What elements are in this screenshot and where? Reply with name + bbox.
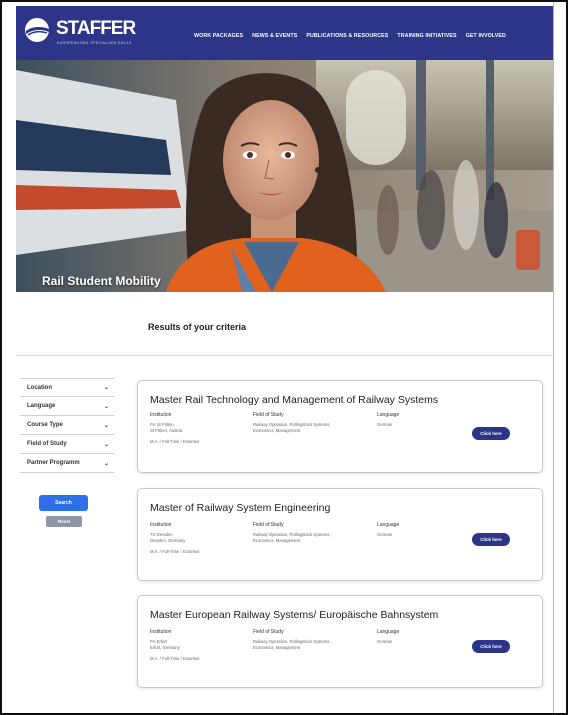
nav-news-events[interactable]: NEWS & EVENTS <box>252 33 297 39</box>
filter-course-type[interactable]: Course Type ⌄ <box>20 416 114 435</box>
institution-name: FH Erfurt <box>150 639 167 644</box>
web-page: STAFFER EUROPEAN RAIL SPECIALISED SKILLS… <box>16 6 553 709</box>
course-title[interactable]: Master Rail Technology and Management of… <box>150 394 438 406</box>
filter-language[interactable]: Language ⌄ <box>20 397 114 416</box>
institution-location: Erfurt, Germany <box>150 645 180 650</box>
course-title[interactable]: Master European Railway Systems/ Europäi… <box>150 609 438 621</box>
chevron-down-icon: ⌄ <box>103 385 109 391</box>
language-label: Language <box>377 629 400 635</box>
field-of-study-label: Field of Study <box>253 412 284 418</box>
main-nav: WORK PACKAGES NEWS & EVENTS PUBLICATIONS… <box>194 33 506 39</box>
language-label: Language <box>377 522 400 528</box>
institution-name: FH St Pölten <box>150 422 174 427</box>
nav-get-involved[interactable]: GET INVOLVED <box>466 33 506 39</box>
institution-label: Institution <box>150 629 172 635</box>
chevron-down-icon: ⌄ <box>103 441 109 448</box>
filter-location[interactable]: Location ⌄ <box>20 378 114 397</box>
nav-training-initiatives[interactable]: TRAINING INITIATIVES <box>397 33 456 39</box>
language-value: German <box>377 639 393 644</box>
course-card: Master of Railway System Engineering Ins… <box>137 488 543 581</box>
reset-button[interactable]: Reset <box>46 516 82 527</box>
institution-location: St Pölten, Austria <box>150 428 183 433</box>
click-here-button[interactable]: Click here <box>472 533 510 546</box>
filter-field-of-study[interactable]: Field of Study ⌄ <box>20 435 114 454</box>
filter-panel: Location ⌄ Language ⌄ Course Type ⌄ Fiel… <box>20 378 114 473</box>
site-header: STAFFER EUROPEAN RAIL SPECIALISED SKILLS… <box>16 6 553 60</box>
logo-wordmark: STAFFER <box>56 18 136 39</box>
chevron-down-icon: ⌄ <box>103 422 109 429</box>
institution-name: TU Dresden <box>150 532 173 537</box>
course-title[interactable]: Master of Railway System Engineering <box>150 502 330 514</box>
field-of-study-value: Railway Operation, Rollingstock Systems,… <box>253 639 331 650</box>
filter-label: Language <box>27 403 56 409</box>
hero-image <box>16 60 553 292</box>
filter-partner-programm[interactable]: Partner Programm ⌄ <box>20 454 114 473</box>
field-of-study-label: Field of Study <box>253 629 284 635</box>
study-mode: M.A. / Full-Time / Erasmus <box>150 549 200 554</box>
field-of-study-value: Railway Operation, Rollingstock Systems,… <box>253 532 331 543</box>
staffer-logo[interactable]: STAFFER EUROPEAN RAIL SPECIALISED SKILLS <box>24 16 144 50</box>
study-mode: M.A. / Full-Time / Erasmus <box>150 656 200 661</box>
logo-tagline: EUROPEAN RAIL SPECIALISED SKILLS <box>57 41 132 45</box>
hero-banner: Rail Student Mobility <box>16 60 553 292</box>
click-here-button[interactable]: Click here <box>472 640 510 653</box>
search-button[interactable]: Search <box>39 495 88 511</box>
language-value: German <box>377 422 393 427</box>
filter-label: Location <box>27 384 52 391</box>
language-value: German <box>377 532 393 537</box>
field-of-study-value: Railway Operation, Rollingstock Systems,… <box>253 422 331 433</box>
filter-label: Field of Study <box>27 441 67 447</box>
study-mode: M.A. / Full-Time / Erasmus <box>150 439 200 444</box>
nav-work-packages[interactable]: WORK PACKAGES <box>194 33 243 39</box>
logo-globe-icon <box>25 18 49 42</box>
nav-publications-resources[interactable]: PUBLICATIONS & RESOURCES <box>306 33 388 39</box>
chevron-down-icon: ⌄ <box>103 403 109 410</box>
institution-label: Institution <box>150 412 172 418</box>
chevron-down-icon: ⌄ <box>103 460 109 467</box>
hero-title: Rail Student Mobility <box>42 274 161 288</box>
course-card: Master Rail Technology and Management of… <box>137 380 543 473</box>
field-of-study-label: Field of Study <box>253 522 284 528</box>
institution-label: Institution <box>150 522 172 528</box>
filter-label: Course Type <box>27 422 63 428</box>
filter-label: Partner Programm <box>27 460 80 466</box>
course-card: Master European Railway Systems/ Europäi… <box>137 595 543 688</box>
language-label: Language <box>377 412 400 418</box>
click-here-button[interactable]: Click here <box>472 427 510 440</box>
institution-location: Dresden, Germany <box>150 538 186 543</box>
results-heading: Results of your criteria <box>148 322 247 332</box>
page-edge-line <box>553 2 554 713</box>
section-divider <box>16 355 553 356</box>
